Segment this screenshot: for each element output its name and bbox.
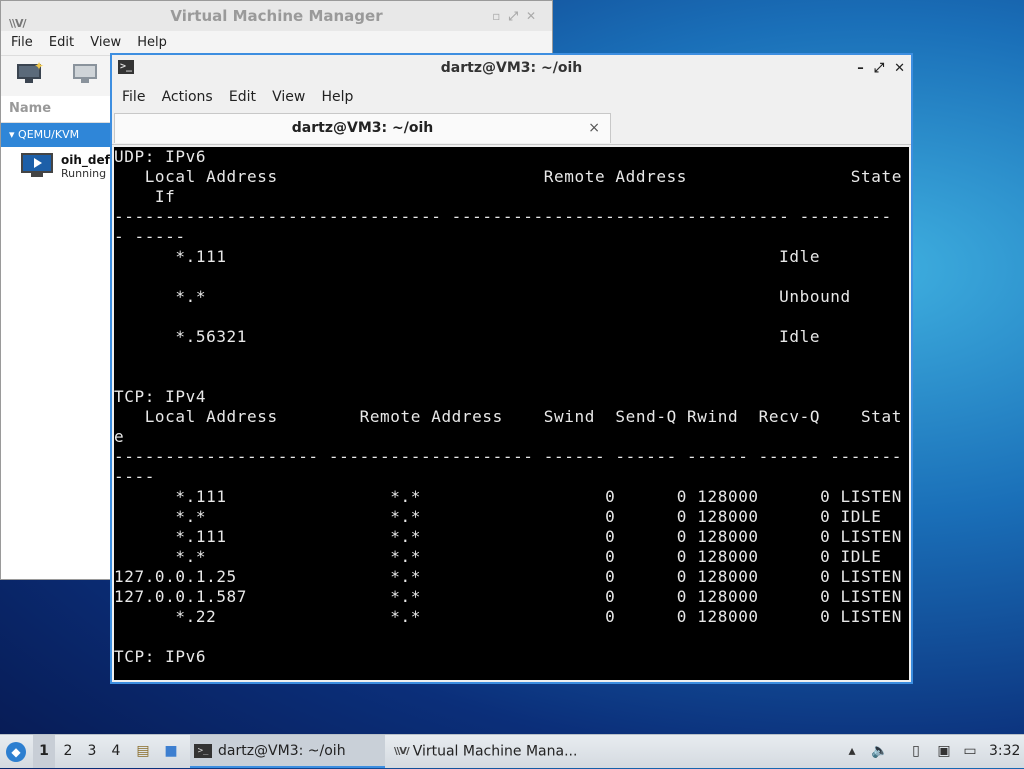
file-manager-icon[interactable]: ▤: [134, 735, 152, 768]
terminal-line: *.111 Idle: [114, 247, 821, 266]
terminal-line: *.22 *.* 0 0 128000 0 LISTEN: [114, 607, 902, 626]
vmm-app-icon: \\V/: [9, 17, 27, 30]
monitor-icon: [73, 64, 97, 79]
terminal-line: ----: [114, 467, 155, 486]
close-icon[interactable]: ✕: [894, 61, 905, 76]
vmm-window-controls[interactable]: ▫⤢✕: [492, 1, 544, 31]
terminal-line: e: [114, 427, 125, 446]
terminal-line: TCP: IPv6: [114, 647, 207, 666]
terminal-line: *.* *.* 0 0 128000 0 IDLE: [114, 547, 882, 566]
taskbar-task-terminal-label: dartz@VM3: ~/oih: [218, 743, 346, 759]
chevron-down-icon: ▾: [9, 128, 19, 141]
show-desktop-icon[interactable]: ■: [162, 735, 180, 768]
vmm-icon: \\V/: [394, 746, 410, 757]
taskbar-task-terminal[interactable]: >_ dartz@VM3: ~/oih: [190, 735, 385, 768]
workspace-3[interactable]: 3: [81, 735, 103, 768]
vmm-menu-edit[interactable]: Edit: [49, 35, 74, 50]
taskbar-task-vmm[interactable]: \\V/Virtual Machine Mana...: [390, 735, 590, 768]
terminal-line: 127.0.0.1.587 *.* 0 0 128000 0 LISTEN: [114, 587, 902, 606]
clock[interactable]: 3:32: [989, 735, 1020, 768]
terminal-line: TCP: IPv4: [114, 387, 207, 406]
terminal-line: - -----: [114, 227, 186, 246]
network-icon[interactable]: ▣: [935, 735, 953, 768]
minimize-icon[interactable]: ▫: [492, 9, 508, 23]
terminal-line: -------------------------------- -------…: [114, 207, 892, 226]
terminal-line: *.* *.* 0 0 128000 0 IDLE: [114, 507, 882, 526]
minimize-icon[interactable]: –: [857, 61, 864, 76]
clipboard-icon[interactable]: ▯: [907, 735, 925, 768]
terminal-menu-view[interactable]: View: [272, 89, 305, 105]
terminal-tab[interactable]: dartz@VM3: ~/oih ×: [114, 113, 611, 143]
terminal-line: *.56321 Idle: [114, 327, 821, 346]
taskbar: ◆ 1 2 3 4 ▤ ■ >_ dartz@VM3: ~/oih \\V/Vir…: [0, 734, 1024, 768]
vmm-menu-view[interactable]: View: [90, 35, 121, 50]
terminal-title: dartz@VM3: ~/oih: [440, 60, 583, 76]
terminal-window[interactable]: >_ dartz@VM3: ~/oih – ⤢ ✕ File Actions Edi…: [110, 53, 913, 684]
terminal-line: Local Address Remote Address Swind Send-…: [114, 407, 902, 426]
workspace-2[interactable]: 2: [57, 735, 79, 768]
maximize-icon[interactable]: ⤢: [874, 61, 884, 76]
vm-running-icon: [21, 153, 53, 179]
tab-close-icon[interactable]: ×: [588, 114, 600, 142]
terminal-window-controls[interactable]: – ⤢ ✕: [847, 55, 905, 82]
display-icon[interactable]: ▭: [961, 735, 979, 768]
terminal-line: 127.0.0.1.25 *.* 0 0 128000 0 LISTEN: [114, 567, 902, 586]
terminal-tabbar: dartz@VM3: ~/oih ×: [112, 112, 911, 145]
workspace-4[interactable]: 4: [105, 735, 127, 768]
terminal-line: -------------------- -------------------…: [114, 447, 902, 466]
terminal-menu-edit[interactable]: Edit: [229, 89, 256, 105]
vmm-titlebar[interactable]: \\V/ Virtual Machine Manager ▫⤢✕: [1, 1, 552, 31]
open-vm-button[interactable]: [73, 64, 97, 84]
new-vm-button[interactable]: ✦: [17, 59, 44, 84]
vmm-title: Virtual Machine Manager: [170, 7, 383, 25]
terminal-titlebar[interactable]: >_ dartz@VM3: ~/oih – ⤢ ✕: [112, 55, 911, 82]
vmm-menu-help[interactable]: Help: [137, 35, 167, 50]
volume-icon[interactable]: 🔈: [871, 735, 889, 768]
terminal-menu-help[interactable]: Help: [322, 89, 354, 105]
terminal-line: *.111 *.* 0 0 128000 0 LISTEN: [114, 487, 902, 506]
terminal-menu-actions[interactable]: Actions: [162, 89, 213, 105]
maximize-icon[interactable]: ⤢: [508, 9, 526, 23]
terminal-line: *.* Unbound: [114, 287, 851, 306]
terminal-menu-file[interactable]: File: [122, 89, 145, 105]
terminal-menubar: File Actions Edit View Help: [112, 82, 911, 112]
tray-arrow-icon[interactable]: ▴: [843, 735, 861, 768]
workspace-1[interactable]: 1: [33, 735, 55, 768]
terminal-output[interactable]: UDP: IPv6 Local Address Remote Address S…: [114, 147, 909, 680]
terminal-line: UDP: IPv6: [114, 147, 207, 166]
taskbar-task-vmm-label: Virtual Machine Mana...: [412, 743, 578, 760]
start-menu-icon[interactable]: ◆: [6, 742, 26, 762]
terminal-icon: >_: [194, 744, 212, 758]
terminal-tab-label: dartz@VM3: ~/oih: [291, 120, 434, 136]
connection-label: QEMU/KVM: [18, 128, 80, 141]
close-icon[interactable]: ✕: [526, 9, 544, 23]
terminal-line: If: [114, 187, 176, 206]
terminal-line: Local Address Remote Address State: [114, 167, 902, 186]
terminal-app-icon: >_: [118, 60, 134, 74]
terminal-line: *.111 *.* 0 0 128000 0 LISTEN: [114, 527, 902, 546]
